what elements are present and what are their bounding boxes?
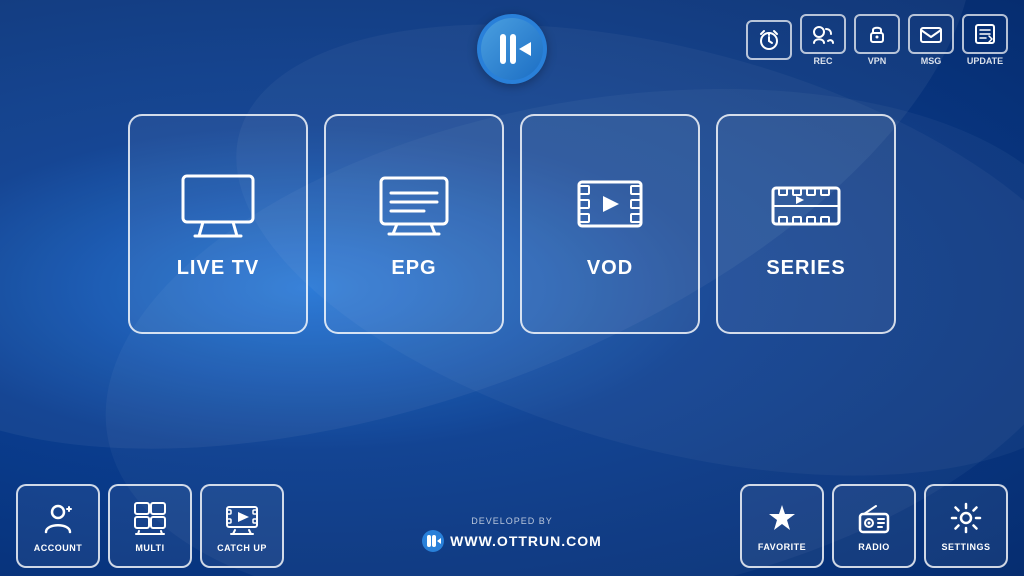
- catch-up-card[interactable]: CATCH UP: [200, 484, 284, 568]
- app-container: REC VPN M: [0, 0, 1024, 576]
- series-label: SERIES: [766, 257, 845, 280]
- radio-label: RADIO: [858, 542, 890, 552]
- live-tv-label: LIVE TV: [177, 257, 260, 280]
- msg-label: MSG: [921, 56, 942, 66]
- alarm-icon-box: [746, 20, 792, 60]
- alarm-icon-button[interactable]: [746, 20, 792, 60]
- vod-card[interactable]: VOD: [520, 114, 700, 334]
- top-right-icons: REC VPN M: [746, 14, 1008, 66]
- radio-icon: [856, 500, 892, 536]
- settings-label: SETTINGS: [941, 542, 990, 552]
- epg-icon: [369, 168, 459, 243]
- favorite-icon: [764, 500, 800, 536]
- update-icon-button[interactable]: UPDATE: [962, 14, 1008, 66]
- ottrun-mini-logo: [422, 530, 444, 552]
- ottrun-url: WWW.OTTRUN.COM: [450, 533, 602, 549]
- bottom-bar: ACCOUNT MULTI: [0, 484, 1024, 576]
- multi-icon: [131, 499, 169, 537]
- main-grid: LIVE TV EPG: [128, 114, 896, 334]
- app-logo: [477, 14, 547, 84]
- rec-label: REC: [813, 56, 832, 66]
- rec-icon-button[interactable]: REC: [800, 14, 846, 66]
- account-label: ACCOUNT: [34, 543, 83, 553]
- series-card[interactable]: SERIES: [716, 114, 896, 334]
- update-label: UPDATE: [967, 56, 1003, 66]
- series-icon: [761, 168, 851, 243]
- multi-label: MULTI: [135, 543, 164, 553]
- multi-card[interactable]: MULTI: [108, 484, 192, 568]
- bottom-center: DEVELOPED BY WWW.OTTRUN.COM: [422, 516, 602, 568]
- epg-card[interactable]: EPG: [324, 114, 504, 334]
- vod-label: VOD: [587, 257, 633, 280]
- header: REC VPN M: [0, 0, 1024, 84]
- catch-up-label: CATCH UP: [217, 543, 267, 553]
- update-icon-box: [962, 14, 1008, 54]
- ottrun-row: WWW.OTTRUN.COM: [422, 530, 602, 552]
- radio-card[interactable]: RADIO: [832, 484, 916, 568]
- rec-icon-box: [800, 14, 846, 54]
- catch-up-icon: [223, 499, 261, 537]
- vod-icon: [565, 168, 655, 243]
- msg-icon-button[interactable]: MSG: [908, 14, 954, 66]
- vpn-icon-box: [854, 14, 900, 54]
- settings-icon: [948, 500, 984, 536]
- live-tv-icon: [173, 168, 263, 243]
- account-icon: [39, 499, 77, 537]
- msg-icon-box: [908, 14, 954, 54]
- bottom-left-cards: ACCOUNT MULTI: [16, 484, 284, 568]
- developed-by-text: DEVELOPED BY: [471, 516, 553, 526]
- bottom-right-cards: FAVORITE RADIO: [740, 484, 1008, 568]
- vpn-label: VPN: [868, 56, 887, 66]
- favorite-label: FAVORITE: [758, 542, 806, 552]
- live-tv-card[interactable]: LIVE TV: [128, 114, 308, 334]
- favorite-card[interactable]: FAVORITE: [740, 484, 824, 568]
- settings-card[interactable]: SETTINGS: [924, 484, 1008, 568]
- vpn-icon-button[interactable]: VPN: [854, 14, 900, 66]
- epg-label: EPG: [391, 257, 436, 280]
- account-card[interactable]: ACCOUNT: [16, 484, 100, 568]
